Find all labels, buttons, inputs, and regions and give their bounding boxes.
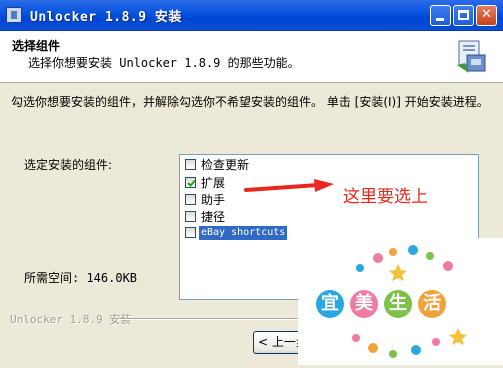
checkbox[interactable]: [185, 194, 196, 205]
installer-app-icon: [6, 7, 22, 23]
watermark-char: 活: [418, 290, 446, 318]
checkbox-checked[interactable]: [185, 177, 196, 188]
component-label: 扩展: [201, 176, 226, 190]
close-button[interactable]: ✕: [476, 5, 497, 26]
maximize-icon: [458, 10, 469, 20]
checkbox[interactable]: [185, 211, 196, 222]
minimize-button[interactable]: [430, 5, 451, 26]
component-label: 助手: [201, 193, 226, 207]
checkbox[interactable]: [185, 227, 196, 238]
annotation-text: 这里要选上: [343, 187, 428, 207]
installer-logo-icon: [457, 40, 486, 73]
installer-window: Unlocker 1.8.9 安装 ✕ 选择组件 选择你想要安装 Unlocke…: [0, 0, 503, 365]
page-subtitle: 选择你想要安装 Unlocker 1.8.9 的那些功能。: [28, 56, 300, 70]
watermark-char: 美: [350, 290, 378, 318]
watermark-char: 宜: [316, 290, 344, 318]
annotation-arrow-icon: [244, 179, 334, 192]
checkmark-icon: [187, 179, 196, 187]
title-bar[interactable]: Unlocker 1.8.9 安装 ✕: [0, 0, 503, 31]
watermark-logo: 宜 美 生 活: [298, 238, 503, 365]
space-required-label: 所需空间: 146.0KB: [24, 271, 138, 285]
component-label: 检查更新: [201, 158, 250, 172]
instructions-text: 勾选你想要安装的组件，并解除勾选你不希望安装的组件。 单击 [安装(I)] 开始…: [11, 95, 489, 109]
footer-branding: Unlocker 1.8.9 安装: [10, 313, 132, 326]
maximize-button[interactable]: [453, 5, 474, 26]
minimize-icon: [436, 18, 444, 21]
component-label: eBay shortcuts: [197, 225, 289, 241]
components-label: 选定安装的组件:: [24, 158, 113, 172]
page-title: 选择组件: [12, 39, 61, 53]
component-label: 捷径: [201, 210, 226, 224]
checkbox[interactable]: [185, 159, 196, 170]
window-title: Unlocker 1.8.9 安装: [30, 10, 182, 25]
page-header: 选择组件 选择你想要安装 Unlocker 1.8.9 的那些功能。: [0, 31, 503, 83]
watermark-char: 生: [384, 290, 412, 318]
